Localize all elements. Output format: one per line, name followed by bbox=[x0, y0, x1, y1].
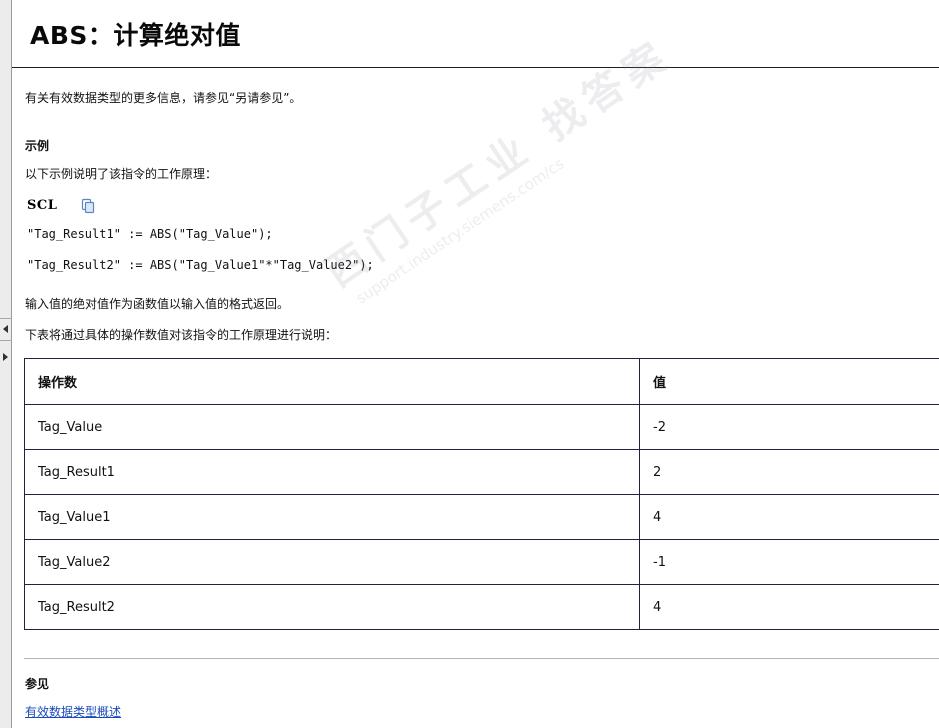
operand-cell: Tag_Value bbox=[24, 404, 640, 450]
splitter-notch bbox=[0, 340, 12, 341]
table-row: Tag_Value1 4 bbox=[24, 494, 939, 540]
table-row: Tag_Result1 2 bbox=[24, 449, 939, 495]
result-note: 输入值的绝对值作为函数值以输入值的格式返回。 bbox=[25, 297, 290, 311]
table-intro: 下表将通过具体的操作数值对该指令的工作原理进行说明： bbox=[25, 328, 338, 342]
code-line: "Tag_Result2" := ABS("Tag_Value1"*"Tag_V… bbox=[27, 258, 374, 272]
splitter-notch bbox=[0, 318, 12, 319]
value-cell: 4 bbox=[639, 494, 939, 540]
expand-right-icon[interactable] bbox=[3, 353, 8, 361]
operand-table: 操作数 值 Tag_Value -2 Tag_Result1 2 Tag_Val… bbox=[24, 358, 939, 630]
operand-cell: Tag_Result1 bbox=[24, 449, 640, 495]
side-panel-splitter[interactable] bbox=[0, 0, 12, 728]
value-cell: 4 bbox=[639, 584, 939, 630]
value-cell: 2 bbox=[639, 449, 939, 495]
operand-cell: Tag_Result2 bbox=[24, 584, 640, 630]
valid-data-types-link[interactable]: 有效数据类型概述 bbox=[25, 703, 121, 720]
table-row: Tag_Value2 -1 bbox=[24, 539, 939, 585]
page-header: ABS：计算绝对值 bbox=[12, 0, 939, 68]
page-title: ABS：计算绝对值 bbox=[30, 21, 241, 50]
watermark-url: support.industry.siemens.com/cs bbox=[352, 154, 568, 308]
collapse-left-icon[interactable] bbox=[3, 325, 8, 333]
copy-icon[interactable] bbox=[81, 198, 95, 214]
table-header-row: 操作数 值 bbox=[24, 358, 939, 405]
operand-cell: Tag_Value1 bbox=[24, 494, 640, 540]
help-content: ABS：计算绝对值 有关有效数据类型的更多信息，请参见“另请参见”。 示例 以下… bbox=[12, 0, 939, 728]
example-heading: 示例 bbox=[25, 139, 50, 153]
code-line: "Tag_Result1" := ABS("Tag_Value"); bbox=[27, 227, 273, 241]
intro-text: 有关有效数据类型的更多信息，请参见“另请参见”。 bbox=[25, 91, 302, 105]
see-also-heading: 参见 bbox=[25, 677, 50, 691]
table-row: Tag_Result2 4 bbox=[24, 584, 939, 630]
section-divider bbox=[24, 658, 939, 659]
example-intro: 以下示例说明了该指令的工作原理： bbox=[25, 167, 218, 181]
column-header-value: 值 bbox=[639, 358, 939, 405]
column-header-operand: 操作数 bbox=[24, 358, 640, 405]
value-cell: -1 bbox=[639, 539, 939, 585]
value-cell: -2 bbox=[639, 404, 939, 450]
table-row: Tag_Value -2 bbox=[24, 404, 939, 450]
operand-cell: Tag_Value2 bbox=[24, 539, 640, 585]
code-language-label: SCL bbox=[27, 198, 58, 213]
